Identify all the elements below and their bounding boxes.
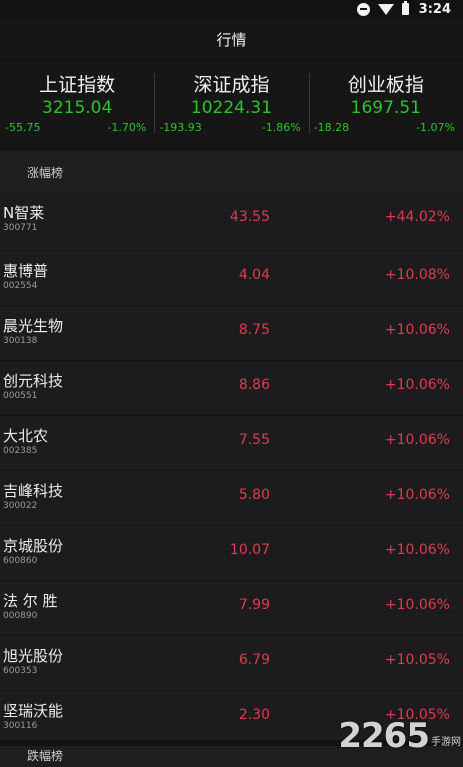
- status-bar: 3:24: [0, 0, 463, 18]
- index-percent: -1.86%: [261, 121, 301, 134]
- index-change: -55.75: [5, 121, 41, 134]
- table-row[interactable]: 惠博普 002554 4.04 +10.08%: [0, 251, 463, 306]
- index-name: 深证成指: [193, 74, 270, 96]
- index-value: 3215.04: [42, 98, 113, 118]
- table-row[interactable]: 旭光股份 600353 6.79 +10.05%: [0, 636, 463, 691]
- stock-code: 002554: [3, 281, 38, 291]
- index-percent: -1.07%: [416, 121, 455, 134]
- stock-change: +10.06%: [384, 322, 450, 338]
- stock-name: 法 尔 胜: [3, 592, 58, 610]
- stock-name: 坚瑞沃能: [3, 702, 64, 720]
- index-name: 创业板指: [347, 74, 424, 96]
- stock-change: +10.06%: [384, 542, 450, 558]
- index-card-shanghai[interactable]: 上证指数 3215.04 -55.75 -1.70%: [0, 61, 154, 143]
- stock-code: 600860: [3, 556, 38, 566]
- stock-code: 300116: [3, 721, 38, 731]
- table-row[interactable]: 创元科技 000551 8.86 +10.06%: [0, 361, 463, 416]
- stock-change: +10.06%: [384, 487, 450, 503]
- stock-price: 7.99: [238, 597, 270, 613]
- stock-price: 8.75: [238, 322, 270, 338]
- stock-price: 8.86: [238, 377, 270, 393]
- stock-code: 000551: [3, 391, 38, 401]
- table-row[interactable]: 晨光生物 300138 8.75 +10.06%: [0, 306, 463, 361]
- stock-code: 600353: [3, 666, 38, 676]
- stock-change: +10.05%: [384, 652, 450, 668]
- gainers-section-title: 涨幅榜: [0, 143, 463, 193]
- stock-name: 创元科技: [3, 372, 64, 390]
- index-card-shenzhen[interactable]: 深证成指 10224.31 -193.93 -1.86%: [154, 61, 308, 143]
- status-icons: 3:24: [356, 0, 451, 18]
- stock-price: 4.04: [238, 267, 270, 283]
- index-summary: 上证指数 3215.04 -55.75 -1.70% 深证成指 10224.31…: [0, 60, 463, 143]
- index-value: 10224.31: [190, 98, 273, 118]
- stock-change: +10.06%: [384, 597, 450, 613]
- battery-icon: [401, 1, 409, 15]
- stock-name: 晨光生物: [3, 317, 64, 335]
- index-card-chinext[interactable]: 创业板指 1697.51 -18.28 -1.07%: [308, 61, 463, 143]
- index-name: 上证指数: [39, 74, 116, 96]
- watermark-sub-text: 手游网: [431, 737, 461, 748]
- stock-name: 京城股份: [3, 537, 64, 555]
- table-row[interactable]: 京城股份 600860 10.07 +10.06%: [0, 526, 463, 581]
- stock-name: N智莱: [3, 204, 45, 222]
- status-time: 3:24: [418, 1, 451, 17]
- table-row[interactable]: 大北农 002385 7.55 +10.06%: [0, 416, 463, 471]
- stock-price: 7.55: [238, 432, 270, 448]
- table-row[interactable]: 法 尔 胜 000890 7.99 +10.06%: [0, 581, 463, 636]
- stock-change: +10.06%: [384, 377, 450, 393]
- index-value: 1697.51: [350, 98, 421, 118]
- stock-name: 大北农: [3, 427, 49, 445]
- stock-price: 43.55: [229, 209, 270, 225]
- stock-code: 300771: [3, 223, 38, 233]
- index-change: -18.28: [313, 121, 350, 134]
- do-not-disturb-icon: [356, 2, 370, 16]
- stock-code: 300138: [3, 336, 38, 346]
- gainers-list: N智莱 300771 43.55 +44.02% 惠博普 002554 4.04…: [0, 193, 463, 746]
- stock-change: +44.02%: [384, 209, 450, 225]
- watermark-logo: 2265 手游网: [338, 719, 461, 753]
- stock-code: 300022: [3, 501, 38, 511]
- table-row[interactable]: 吉峰科技 300022 5.80 +10.06%: [0, 471, 463, 526]
- stock-name: 旭光股份: [3, 647, 64, 665]
- stock-price: 10.07: [229, 542, 270, 558]
- stock-price: 2.30: [238, 707, 270, 723]
- stock-code: 000890: [3, 611, 38, 621]
- stock-price: 6.79: [238, 652, 270, 668]
- table-row[interactable]: N智莱 300771 43.55 +44.02%: [0, 193, 463, 251]
- watermark-logo-text: 2265: [338, 716, 430, 756]
- stock-price: 5.80: [238, 487, 270, 503]
- stock-change: +10.06%: [384, 432, 450, 448]
- page-title: 行情: [0, 18, 463, 60]
- index-change: -193.93: [159, 121, 202, 134]
- wifi-icon: [377, 3, 394, 15]
- stock-name: 吉峰科技: [3, 482, 64, 500]
- stock-change: +10.08%: [384, 267, 450, 283]
- stock-name: 惠博普: [3, 262, 49, 280]
- index-percent: -1.70%: [107, 121, 147, 134]
- stock-code: 002385: [3, 446, 38, 456]
